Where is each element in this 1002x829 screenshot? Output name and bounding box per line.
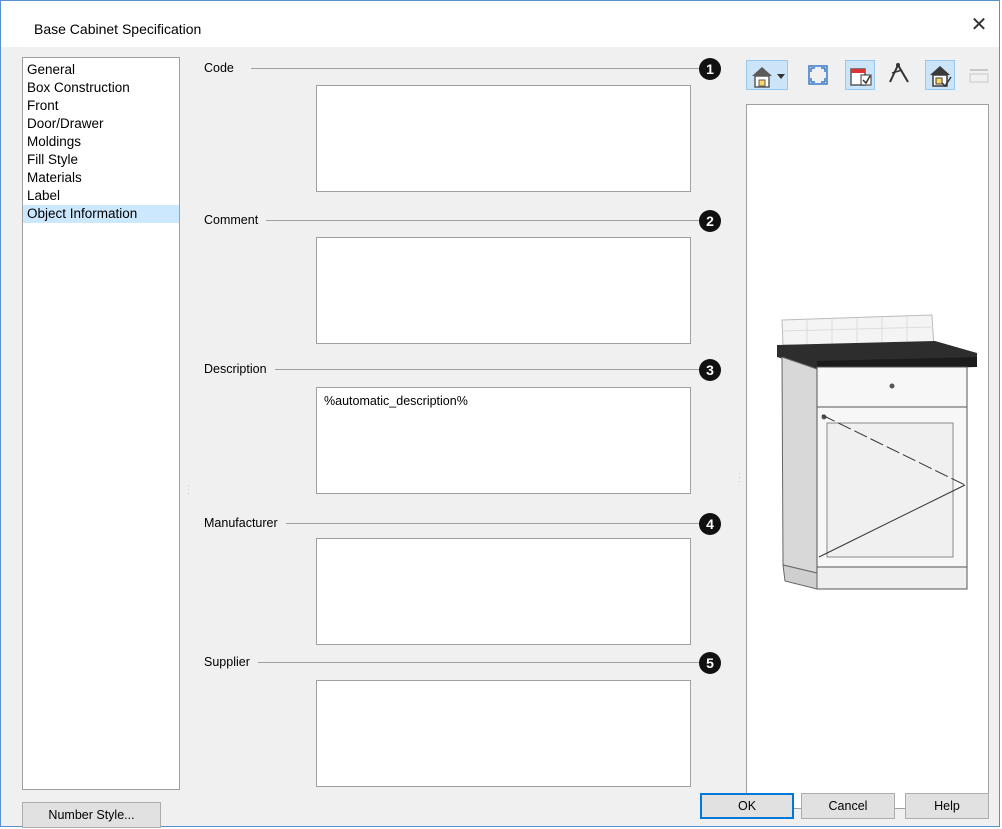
base-cabinet-image [777, 314, 977, 590]
callout-4: 4 [699, 513, 721, 535]
dialog-title: Base Cabinet Specification [34, 21, 202, 37]
callout-5: 5 [699, 652, 721, 674]
camera-orbit-icon [889, 63, 909, 83]
supplier-label: Supplier [204, 655, 258, 669]
cabinet-spec-dialog: Base Cabinet Specification ✕ General Box… [0, 0, 1000, 828]
description-field[interactable]: %automatic_description% [316, 387, 691, 494]
fill-window-button[interactable] [803, 60, 833, 90]
nav-item-moldings[interactable]: Moldings [23, 133, 179, 151]
3d-view-button[interactable] [845, 60, 875, 90]
code-separator [251, 68, 701, 69]
description-separator [271, 369, 701, 370]
render-icon [930, 66, 952, 88]
3d-view-icon [850, 68, 872, 86]
nav-item-object-information[interactable]: Object Information [23, 205, 179, 223]
help-button[interactable]: Help [905, 793, 989, 819]
manufacturer-label: Manufacturer [204, 516, 286, 530]
view-type-icon [752, 67, 785, 88]
reset-button[interactable] [964, 60, 994, 90]
callout-1: 1 [699, 58, 721, 80]
callout-2: 2 [699, 210, 721, 232]
cancel-button[interactable]: Cancel [801, 793, 895, 819]
manufacturer-separator [281, 523, 701, 524]
close-button[interactable]: ✕ [959, 10, 999, 40]
fill-window-icon [808, 65, 828, 85]
nav-item-fill-style[interactable]: Fill Style [23, 151, 179, 169]
ok-button[interactable]: OK [700, 793, 794, 819]
manufacturer-field[interactable] [316, 538, 691, 645]
code-field[interactable] [316, 85, 691, 192]
number-style-button[interactable]: Number Style... [22, 802, 161, 828]
nav-item-box-construction[interactable]: Box Construction [23, 79, 179, 97]
splitter-grip-right[interactable]: · · · [738, 469, 741, 486]
render-button[interactable] [925, 60, 955, 90]
nav-item-general[interactable]: General [23, 61, 179, 79]
callout-3: 3 [699, 359, 721, 381]
category-list: General Box Construction Front Door/Draw… [22, 57, 180, 790]
supplier-field[interactable] [316, 680, 691, 787]
code-label: Code [204, 61, 242, 75]
nav-item-materials[interactable]: Materials [23, 169, 179, 187]
nav-item-door-drawer[interactable]: Door/Drawer [23, 115, 179, 133]
description-label: Description [204, 362, 275, 376]
title-bar: Base Cabinet Specification ✕ [1, 1, 999, 47]
cabinet-preview[interactable] [746, 104, 989, 809]
camera-orbit-button[interactable] [884, 60, 914, 90]
comment-label: Comment [204, 213, 267, 227]
supplier-separator [251, 662, 701, 663]
close-icon: ✕ [970, 14, 988, 36]
view-type-button[interactable] [746, 60, 788, 90]
comment-field[interactable] [316, 237, 691, 344]
nav-item-front[interactable]: Front [23, 97, 179, 115]
reset-icon [969, 69, 989, 83]
nav-item-label[interactable]: Label [23, 187, 179, 205]
comment-separator [261, 220, 701, 221]
splitter-grip-left[interactable]: · · · [187, 481, 190, 498]
